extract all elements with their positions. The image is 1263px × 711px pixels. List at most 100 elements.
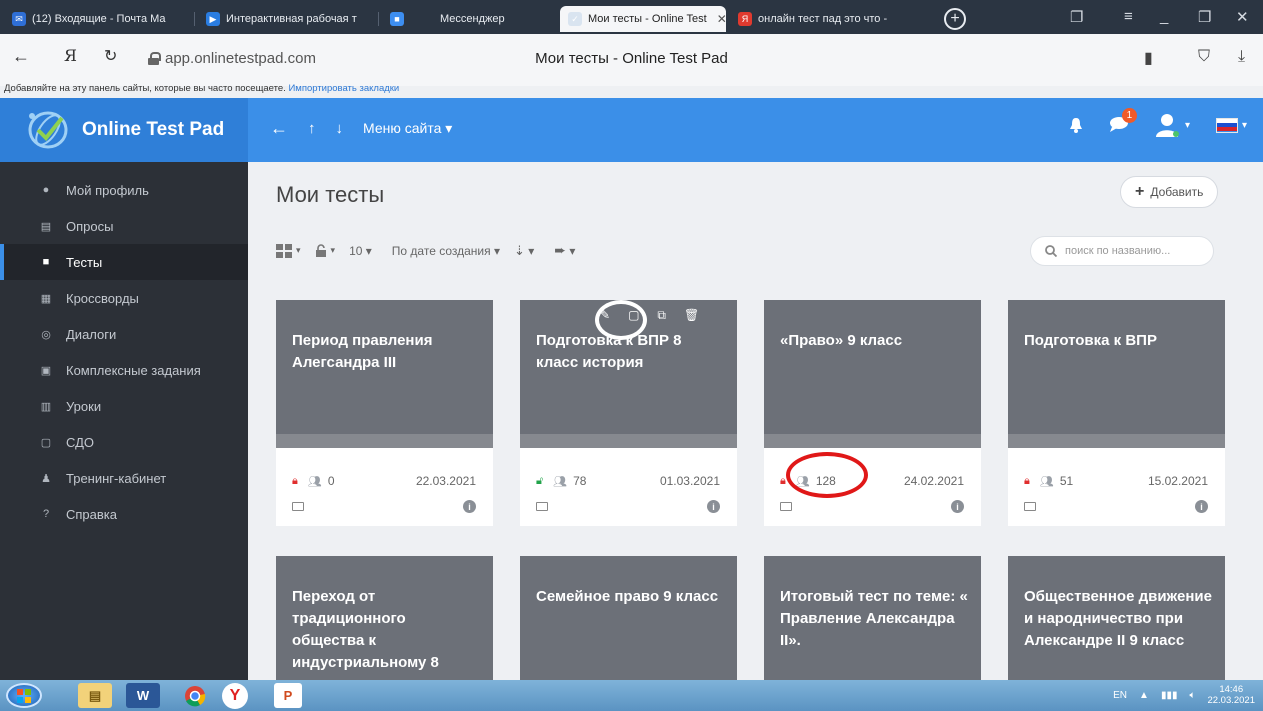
yandex-browser-icon[interactable]: Y <box>222 683 248 709</box>
download-icon[interactable]: ⤓ <box>1238 48 1245 66</box>
tray-expand-icon[interactable]: ▲ <box>1139 690 1149 701</box>
browser-menu-icon[interactable]: ≡ <box>1124 8 1133 25</box>
card-title[interactable]: Подготовка к ВПР 8 класс история <box>536 330 726 374</box>
test-card[interactable]: Подготовка к ВПР 🔒︎ 👥︎ 51 15.02.2021 i <box>1008 300 1225 526</box>
sidebar-item-lessons[interactable]: ▥ Уроки <box>0 388 248 424</box>
info-icon[interactable]: i <box>707 500 720 513</box>
delete-icon[interactable]: 🗑︎ <box>684 308 699 323</box>
card-title[interactable]: Семейное право 9 класс <box>536 586 726 608</box>
system-tray: EN ▲ ▮▮▮ 🔈︎ 14:46 22.03.2021 <box>1113 684 1255 706</box>
clock[interactable]: 14:46 22.03.2021 <box>1207 684 1255 706</box>
powerpoint-icon[interactable]: P <box>274 683 302 708</box>
folder-icon[interactable] <box>780 502 792 511</box>
arrow-down-icon[interactable]: ↓ <box>336 120 344 137</box>
arrow-left-icon[interactable]: ← <box>270 118 288 139</box>
tab-my-tests[interactable]: ✓ Мои тесты - Online Test ✕ <box>560 6 726 32</box>
folder-icon[interactable] <box>1024 502 1036 511</box>
tabs-overview-icon[interactable]: ❐ <box>1070 8 1083 26</box>
test-card[interactable]: Переход от традиционного общества к инду… <box>276 556 493 680</box>
minimize-icon[interactable]: _ <box>1160 8 1168 25</box>
access-filter-dropdown[interactable]: ▾ <box>315 243 335 258</box>
card-header: Подготовка к ВПР <box>1008 300 1225 448</box>
volume-icon[interactable]: 🔈︎ <box>1189 690 1195 701</box>
arrow-up-icon[interactable]: ↑ <box>308 120 316 137</box>
chrome-icon[interactable] <box>178 683 212 708</box>
messages-button[interactable]: 1 <box>1109 107 1137 135</box>
word-icon[interactable]: W <box>126 683 160 708</box>
test-card[interactable]: Общественное движение и народничество пр… <box>1008 556 1225 680</box>
unlock-icon <box>315 243 326 257</box>
info-icon[interactable]: i <box>463 500 476 513</box>
tab-yandex-search[interactable]: Яонлайн тест пад это что - <box>730 6 930 32</box>
tab-messenger[interactable]: ■ Мессенджер <box>382 6 550 32</box>
edit-icon[interactable]: ✎ <box>600 308 610 323</box>
close-tab-icon[interactable]: ✕ <box>717 12 726 26</box>
sidebar-item-complex-tasks[interactable]: ▣ Комплексные задания <box>0 352 248 388</box>
info-icon[interactable]: i <box>1195 500 1208 513</box>
tab-worksheet[interactable]: ▶ Интерактивная рабочая т <box>198 6 376 32</box>
yandex-logo-icon[interactable]: Я <box>64 46 77 65</box>
folder-icon[interactable] <box>292 502 304 511</box>
back-icon[interactable]: ← <box>12 46 30 67</box>
card-title[interactable]: Общественное движение и народничество пр… <box>1024 586 1214 652</box>
card-title[interactable]: «Право» 9 класс <box>780 330 970 352</box>
sidebar-item-tests[interactable]: ■ Тесты <box>0 244 248 280</box>
explorer-icon[interactable]: ▤ <box>78 683 112 708</box>
sort-dropdown[interactable]: По дате создания ▾ <box>392 244 500 258</box>
video-icon: ▶ <box>206 12 220 26</box>
help-icon: ? <box>42 508 50 520</box>
reload-icon[interactable]: ↻ <box>104 46 117 66</box>
logo[interactable]: Online Test Pad <box>0 98 248 162</box>
sidebar-item-label: Кроссворды <box>66 290 139 306</box>
card-title[interactable]: Подготовка к ВПР <box>1024 330 1214 352</box>
start-button[interactable] <box>6 683 42 708</box>
test-card[interactable]: ✎ ▢ ⧉ 🗑︎ Подготовка к ВПР 8 класс истори… <box>520 300 737 526</box>
sidebar-item-crosswords[interactable]: ▦ Кроссворды <box>0 280 248 316</box>
duplicate-icon[interactable]: ⧉ <box>657 308 666 323</box>
card-title[interactable]: Итоговый тест по теме: « Правление Алекс… <box>780 586 970 652</box>
sidebar-item-label: Диалоги <box>66 326 117 342</box>
sidebar-item-training[interactable]: ♟ Тренинг-кабинет <box>0 460 248 496</box>
card-date: 15.02.2021 <box>1147 474 1208 488</box>
url-field[interactable]: app.onlinetestpad.com <box>148 50 316 67</box>
folder-icon[interactable] <box>536 502 548 511</box>
sidebar-item-polls[interactable]: ▤ Опросы <box>0 208 248 244</box>
test-card[interactable]: «Право» 9 класс 🔒︎ 👥︎ 128 24.02.2021 i <box>764 300 981 526</box>
bell-icon[interactable] <box>1069 117 1083 133</box>
search-input[interactable]: поиск по названию... <box>1030 236 1214 266</box>
page-size-dropdown[interactable]: 10 ▾ <box>349 244 372 258</box>
add-test-button[interactable]: + Добавить <box>1120 176 1219 208</box>
test-card[interactable]: Период правления Алегсандра III 🔒︎ 👥︎ 0 22.… <box>276 300 493 526</box>
sidebar-item-dialogs[interactable]: ◎ Диалоги <box>0 316 248 352</box>
tags-dropdown[interactable]: ➨ ▾ <box>554 242 575 259</box>
new-tab-button[interactable]: + <box>944 8 966 30</box>
card-title[interactable]: Переход от традиционного общества к инду… <box>292 586 482 674</box>
bookmark-icon[interactable]: ▮ <box>1144 48 1153 68</box>
language-indicator[interactable]: EN <box>1113 690 1127 701</box>
network-icon[interactable]: ▮▮▮ <box>1161 690 1178 701</box>
info-icon[interactable]: i <box>951 500 964 513</box>
import-bookmarks-link[interactable]: Импортировать закладки <box>288 83 399 94</box>
card-header: ✎ ▢ ⧉ 🗑︎ Подготовка к ВПР 8 класс истори… <box>520 300 737 448</box>
sidebar-item-profile[interactable]: ● Мой профиль <box>0 172 248 208</box>
sort-order-dropdown[interactable]: ⇣ ▾ <box>514 243 534 259</box>
sidebar-item-help[interactable]: ? Справка <box>0 496 248 532</box>
clock-date: 22.03.2021 <box>1207 695 1255 706</box>
test-card[interactable]: Семейное право 9 класс <box>520 556 737 680</box>
sidebar-item-label: Тесты <box>66 254 103 270</box>
page-heading: Мои тесты <box>276 182 385 207</box>
copy-page-icon[interactable]: ▢ <box>628 308 639 323</box>
language-selector[interactable]: ▾ <box>1215 117 1247 133</box>
tab-mail[interactable]: ✉ (12) Входящие - Почта Ма <box>4 6 192 32</box>
site-menu-dropdown[interactable]: Меню сайта ▾ <box>363 120 452 137</box>
view-mode-dropdown[interactable]: ▾ <box>276 243 301 258</box>
test-card[interactable]: Итоговый тест по теме: « Правление Алекс… <box>764 556 981 680</box>
sidebar-item-label: Мой профиль <box>66 182 149 198</box>
close-window-icon[interactable]: ✕ <box>1236 8 1249 26</box>
protect-icon[interactable]: ⛉ <box>1198 48 1210 66</box>
participants-count: 51 <box>1059 474 1074 488</box>
card-title[interactable]: Период правления Алегсандра III <box>292 330 482 374</box>
account-menu[interactable]: ▾ <box>1155 112 1190 138</box>
sidebar-item-lms[interactable]: ▢ СДО <box>0 424 248 460</box>
restore-icon[interactable]: ❐ <box>1198 8 1211 26</box>
